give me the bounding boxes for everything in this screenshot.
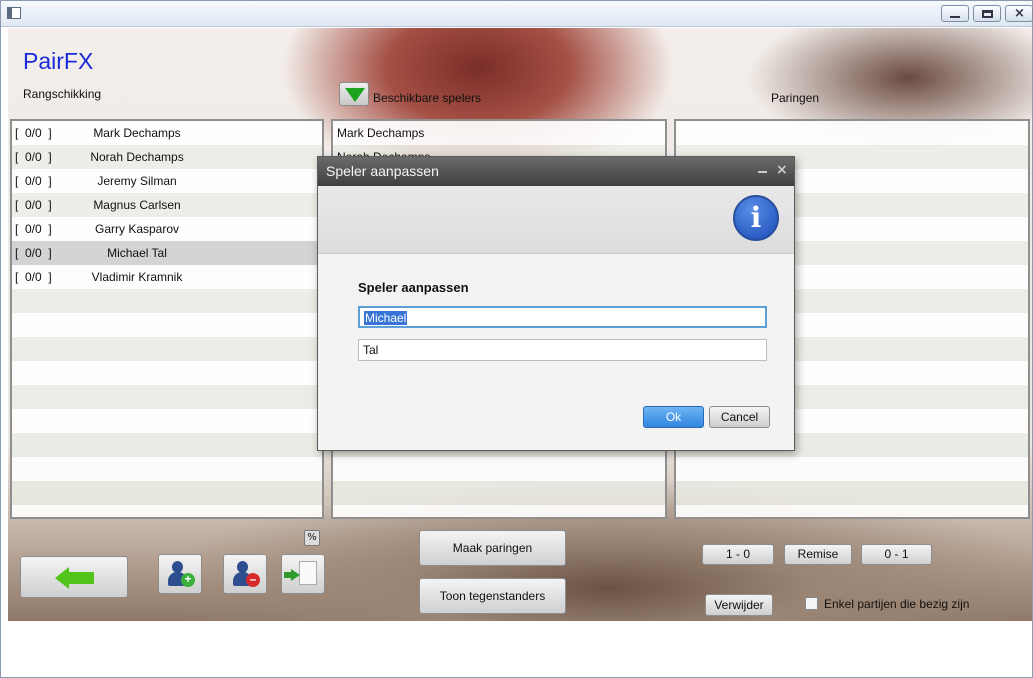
ranking-row[interactable]: [ 0/0 ] Garry Kasparov: [12, 217, 322, 241]
ranking-row-selected[interactable]: [ 0/0 ] Michael Tal: [12, 241, 322, 265]
dialog-minimize-icon[interactable]: [758, 171, 767, 173]
result-draw-button[interactable]: Remise: [784, 544, 852, 565]
ok-button[interactable]: Ok: [643, 406, 704, 428]
last-name-field[interactable]: Tal: [358, 339, 767, 361]
down-arrow-icon: [345, 88, 365, 102]
active-games-checkbox[interactable]: [805, 597, 818, 610]
import-arrow-icon: [291, 569, 300, 581]
percent-icon[interactable]: %: [304, 530, 320, 546]
document-icon: [299, 561, 317, 585]
ranking-player-name: Garry Kasparov: [94, 222, 180, 236]
dialog-close-icon[interactable]: ×: [776, 162, 788, 178]
minimize-icon: [950, 16, 960, 18]
ranking-player-name: Magnus Carlsen: [93, 198, 181, 212]
ranking-row[interactable]: [ 0/0 ] Vladimir Kramnik: [12, 265, 322, 289]
active-games-label: Enkel partijen die bezig zijn: [824, 597, 970, 611]
plus-icon: +: [181, 573, 195, 587]
ranking-row[interactable]: [ 0/0 ] Mark Dechamps: [12, 121, 322, 145]
dialog-heading: Speler aanpassen: [358, 280, 469, 295]
delete-result-button[interactable]: Verwijder: [705, 594, 773, 616]
app-title: PairFX: [23, 48, 94, 74]
toggle-available-button[interactable]: [339, 82, 369, 106]
maximize-icon: [982, 10, 993, 18]
close-button[interactable]: ×: [1005, 5, 1033, 22]
ranking-player-name: Norah Dechamps: [90, 150, 184, 164]
available-header: Beschikbare spelers: [373, 91, 482, 105]
remove-player-button[interactable]: –: [223, 554, 267, 594]
back-button[interactable]: [20, 556, 128, 598]
ranking-player-name: Mark Dechamps: [93, 126, 181, 140]
back-arrow-icon: [55, 567, 69, 589]
info-icon: i: [733, 195, 779, 241]
ranking-row[interactable]: [ 0/0 ] Jeremy Silman: [12, 169, 322, 193]
ranking-player-name: Vladimir Kramnik: [91, 270, 183, 284]
add-player-button[interactable]: +: [158, 554, 202, 594]
import-players-button[interactable]: [281, 554, 325, 594]
dialog-header: i: [318, 186, 794, 254]
maximize-button[interactable]: [973, 5, 1001, 22]
first-name-field[interactable]: Michael: [358, 306, 767, 328]
first-name-value: Michael: [364, 311, 408, 325]
result-white-wins-button[interactable]: 1 - 0: [702, 544, 774, 565]
edit-player-dialog: Speler aanpassen × i Speler aanpassen Mi…: [317, 156, 795, 451]
ranking-player-name: Michael Tal: [107, 246, 167, 260]
app-icon: [7, 7, 21, 19]
ranking-row[interactable]: [ 0/0 ] Norah Dechamps: [12, 145, 322, 169]
pairings-header: Paringen: [771, 91, 820, 105]
ranking-header: Rangschikking: [23, 87, 102, 101]
ranking-player-name: Jeremy Silman: [97, 174, 177, 188]
close-icon: ×: [1014, 6, 1025, 21]
main-window: × PairFX Rangschikking Beschikbare spele…: [0, 0, 1033, 678]
ranking-row[interactable]: [ 0/0 ] Magnus Carlsen: [12, 193, 322, 217]
available-player-row[interactable]: Mark Dechamps: [333, 121, 665, 145]
ranking-list[interactable]: [ 0/0 ] Mark Dechamps [ 0/0 ] Norah Decham…: [10, 119, 324, 519]
back-arrow-shaft: [68, 572, 94, 584]
cancel-button[interactable]: Cancel: [709, 406, 770, 428]
window-titlebar: ×: [1, 1, 1033, 27]
show-opponents-button[interactable]: Toon tegenstanders: [419, 578, 566, 614]
minimize-button[interactable]: [941, 5, 969, 22]
make-pairings-button[interactable]: Maak paringen: [419, 530, 566, 566]
dialog-titlebar: Speler aanpassen ×: [318, 157, 794, 186]
result-black-wins-button[interactable]: 0 - 1: [861, 544, 932, 565]
dialog-title: Speler aanpassen: [326, 163, 439, 179]
minus-icon: –: [246, 573, 260, 587]
